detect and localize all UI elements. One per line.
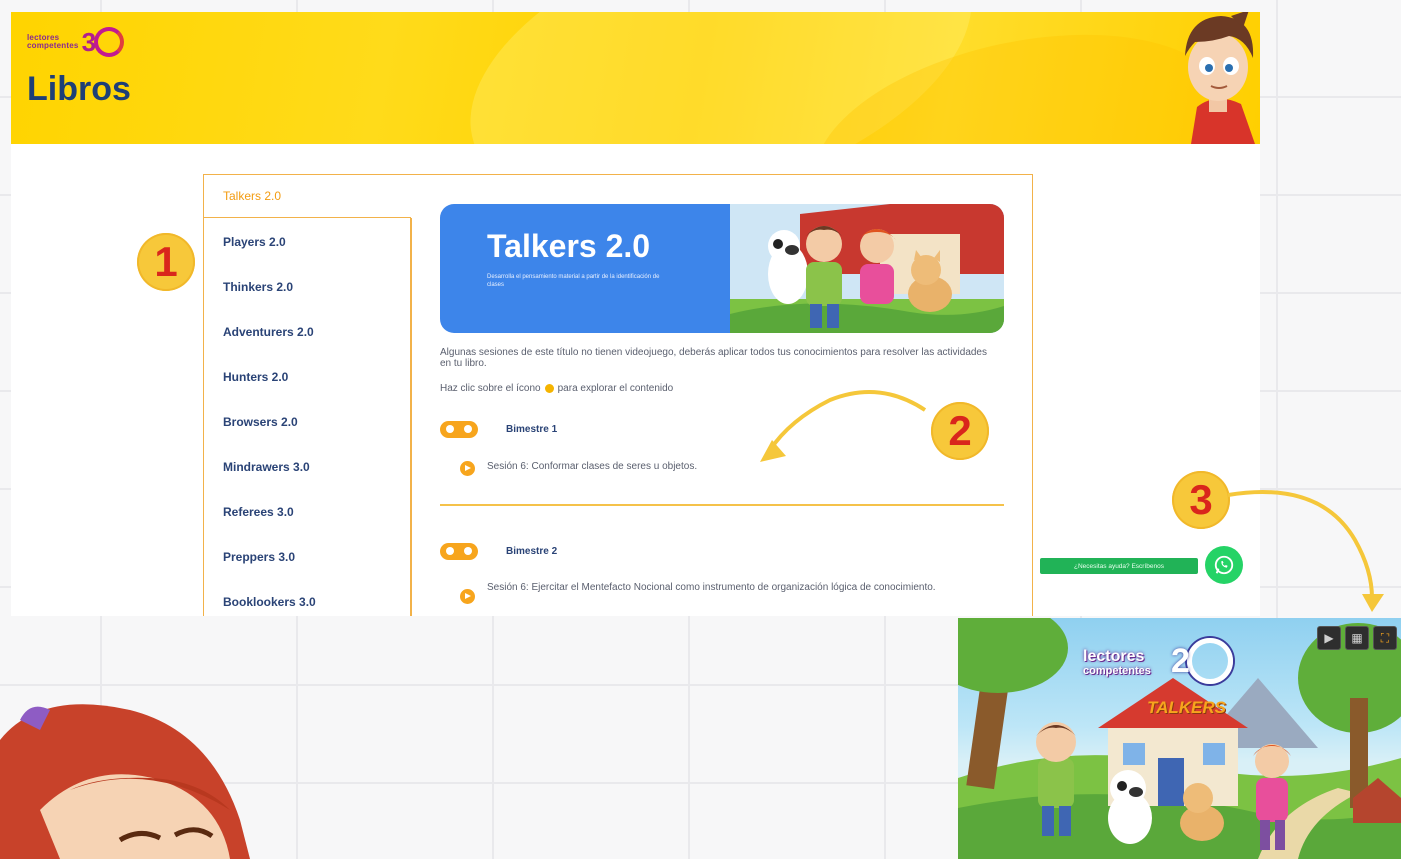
session-text-2: Sesión 6: Ejercitar el Mentefacto Nocion… (487, 582, 936, 593)
game-logo: lectores competentes 2 TALKERS (1083, 638, 1233, 728)
gamepad-icon (440, 543, 478, 560)
books-page: lectores competentes 3 Libros Talkers 2.… (11, 12, 1260, 616)
brand-word-2: competentes (27, 41, 79, 50)
whatsapp-button[interactable] (1205, 546, 1243, 584)
whatsapp-label[interactable]: ¿Necesitas ayuda? Escríbenos (1040, 558, 1198, 574)
session-item-1[interactable]: Sesión 6: Conformar clases de seres u ob… (460, 460, 1000, 476)
term-header-2: Bimestre 2 (440, 543, 557, 560)
fullscreen-icon[interactable]: ⛶ (1373, 626, 1397, 650)
game-toolbar: ▶ ▦ ⛶ (1317, 626, 1397, 650)
hero-banner: lectores competentes 3 Libros (11, 12, 1260, 144)
hint-text-before: Haz clic sobre el ícono (440, 383, 541, 394)
step-badge-2: 2 (931, 402, 989, 460)
game-logo-title: TALKERS (1147, 698, 1227, 717)
term-label-2: Bimestre 2 (506, 546, 558, 557)
book-content: Talkers 2.0 Desarrolla el pensamiento ma… (440, 175, 1010, 616)
term-label-1: Bimestre 1 (506, 424, 558, 435)
sidebar-item-talkers[interactable]: Talkers 2.0 (204, 175, 411, 218)
book-hint: Haz clic sobre el ícono para explorar el… (440, 383, 673, 394)
logo-ring-icon (1187, 638, 1233, 684)
book-cover-illustration (730, 204, 1004, 333)
sidebar-item-booklookers[interactable]: Booklookers 3.0 (204, 580, 411, 616)
session-text-1: Sesión 6: Conformar clases de seres u ob… (487, 461, 698, 472)
hint-text-after: para explorar el contenido (557, 383, 674, 394)
book-sidebar: Talkers 2.0 Players 2.0 Thinkers 2.0 Adv… (204, 175, 412, 616)
session-item-2[interactable]: Sesión 6: Ejercitar el Mentefacto Nocion… (460, 581, 1000, 604)
play-icon[interactable] (460, 461, 475, 476)
sidebar-item-browsers[interactable]: Browsers 2.0 (204, 400, 411, 444)
grid-icon[interactable]: ▦ (1345, 626, 1369, 650)
sidebar-item-preppers[interactable]: Preppers 3.0 (204, 535, 411, 579)
boy-character-illustration (1185, 12, 1255, 144)
books-panel: Talkers 2.0 Players 2.0 Thinkers 2.0 Adv… (203, 174, 1033, 616)
game-logo-word-2: competentes (1083, 665, 1151, 677)
step-badge-3: 3 (1172, 471, 1230, 529)
gamepad-icon (440, 421, 478, 438)
sidebar-item-players[interactable]: Players 2.0 (204, 220, 411, 264)
sidebar-item-mindrawers[interactable]: Mindrawers 3.0 (204, 445, 411, 489)
sidebar-item-hunters[interactable]: Hunters 2.0 (204, 355, 411, 399)
play-dot-icon (544, 384, 554, 393)
whatsapp-icon (1214, 555, 1234, 575)
book-banner: Talkers 2.0 Desarrolla el pensamiento ma… (440, 204, 1004, 333)
book-title: Talkers 2.0 (487, 228, 651, 264)
term-header-1: Bimestre 1 (440, 421, 557, 438)
game-logo-word-1: lectores (1083, 648, 1145, 665)
game-preview[interactable]: lectores competentes 2 TALKERS ▶ ▦ ⛶ (958, 618, 1401, 859)
sidebar-item-referees[interactable]: Referees 3.0 (204, 490, 411, 534)
sidebar-divider (410, 218, 412, 616)
play-icon[interactable] (460, 589, 475, 604)
girl-character-illustration (0, 704, 250, 859)
book-subtitle: Desarrolla el pensamiento material a par… (487, 274, 660, 288)
game-logo-number: 2 (1171, 642, 1190, 680)
brand-logo[interactable]: lectores competentes 3 (27, 25, 125, 59)
book-intro-text: Algunas sesiones de este título no tiene… (440, 347, 987, 369)
step-badge-1: 1 (137, 233, 195, 291)
page-title: Libros (27, 70, 131, 108)
brand-ring-icon (94, 27, 125, 57)
term-divider (440, 504, 1004, 506)
play-icon[interactable]: ▶ (1317, 626, 1341, 650)
sidebar-item-adventurers[interactable]: Adventurers 2.0 (204, 310, 411, 354)
sidebar-item-thinkers[interactable]: Thinkers 2.0 (204, 265, 411, 309)
